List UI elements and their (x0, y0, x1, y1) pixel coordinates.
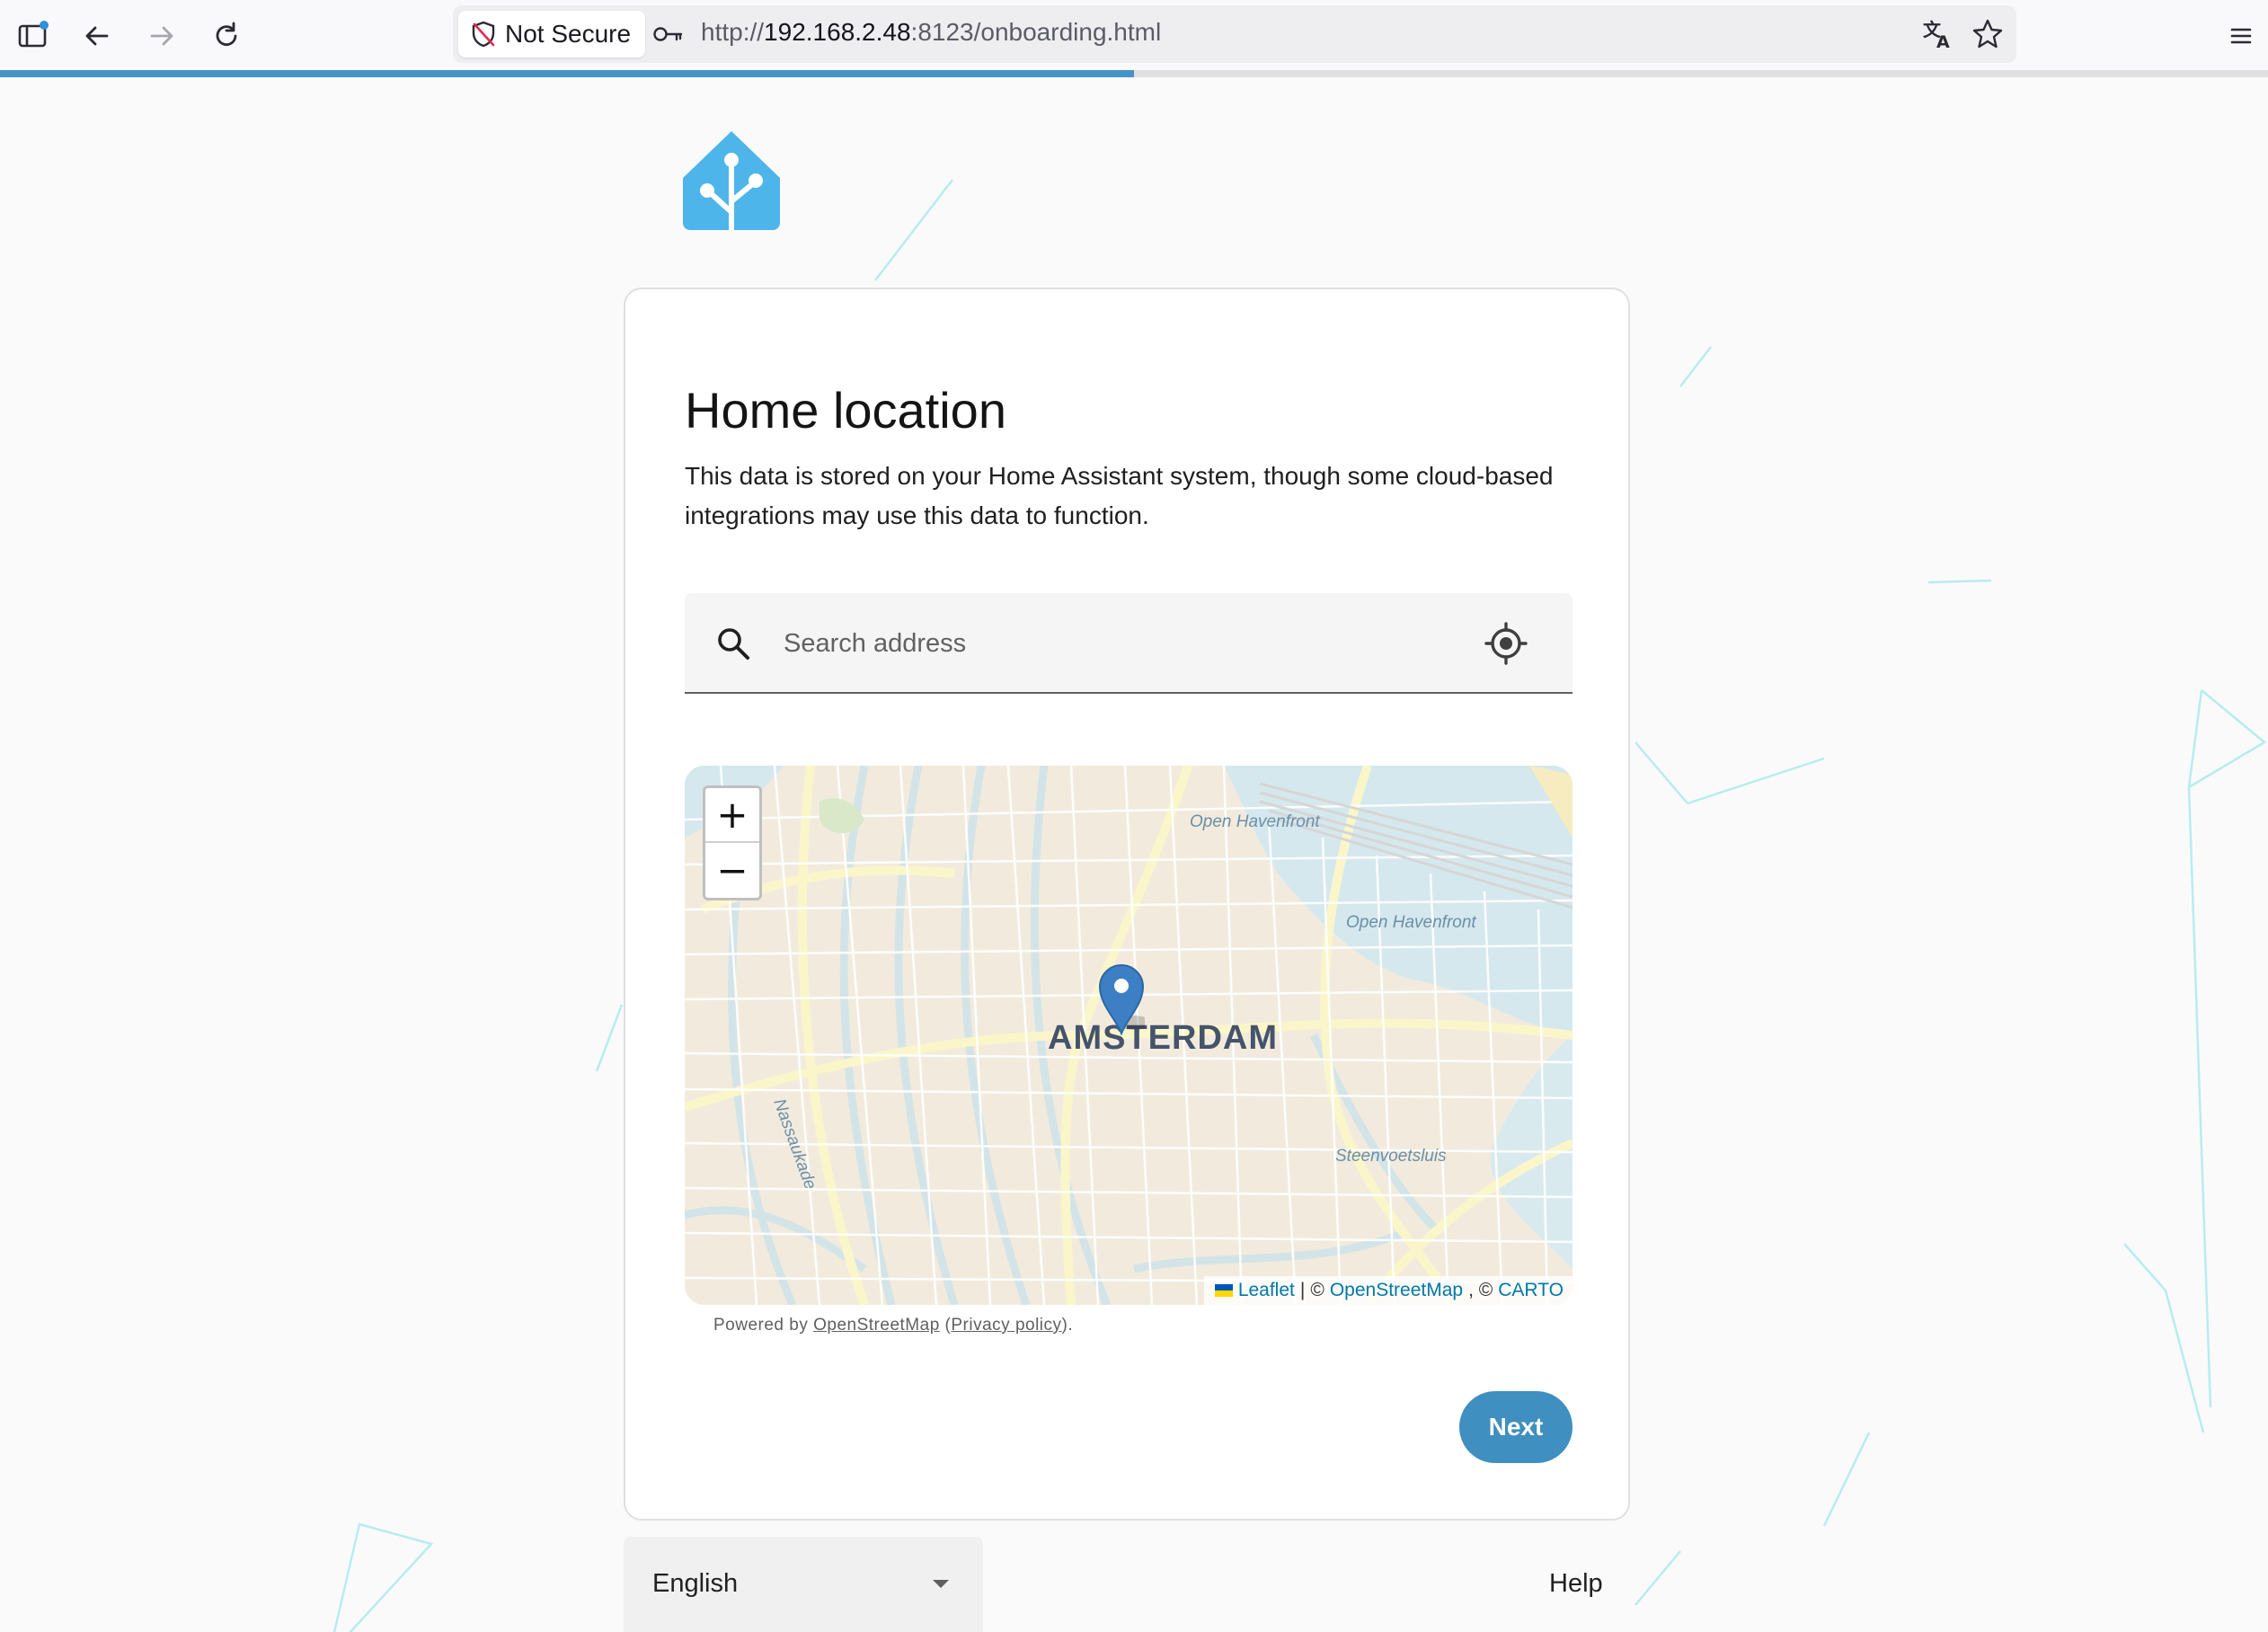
privacy-policy-link[interactable]: Privacy policy (951, 1316, 1061, 1335)
zoom-out-button[interactable]: − (705, 843, 759, 898)
caret-down-icon (933, 1580, 949, 1588)
zoom-in-button[interactable]: + (705, 788, 759, 843)
attribution-separator: | (1299, 1280, 1306, 1300)
current-location-button[interactable] (1481, 618, 1531, 669)
next-button[interactable]: Next (1459, 1391, 1573, 1463)
crosshairs-gps-icon (1484, 622, 1528, 665)
home-assistant-logo (683, 131, 780, 233)
translate-icon[interactable]: 文 A (1919, 16, 1955, 52)
app-menu-button[interactable] (2218, 13, 2264, 59)
openstreetmap-link[interactable]: OpenStreetMap (813, 1316, 940, 1335)
map-attribution: Leaflet | © OpenStreetMap , © CARTO (1203, 1276, 1573, 1305)
map-marker-icon[interactable] (1098, 963, 1145, 1035)
language-select[interactable]: English (624, 1537, 983, 1632)
browser-toolbar: Not Secure http://192.168.2.48:8123/onbo… (0, 0, 2268, 70)
url-path: :8123/onboarding.html (910, 18, 1162, 46)
hamburger-icon (2230, 28, 2252, 44)
onboarding-card: Home location This data is stored on you… (624, 288, 1630, 1521)
map-label-open-havenfront-east: Open Havenfront (1346, 913, 1476, 932)
powered-by-notice: Powered by OpenStreetMap (Privacy policy… (713, 1316, 1073, 1335)
powered-by-prefix: Powered by (713, 1316, 814, 1335)
address-bar[interactable]: Not Secure http://192.168.2.48:8123/onbo… (453, 5, 2016, 63)
back-button[interactable] (74, 13, 120, 59)
shield-slash-icon (472, 21, 495, 48)
attribution-copyright: © (1310, 1280, 1324, 1300)
url-text[interactable]: http://192.168.2.48:8123/onboarding.html (701, 18, 1161, 47)
map-label-open-havenfront: Open Havenfront (1190, 812, 1320, 831)
key-icon[interactable] (652, 20, 685, 49)
help-link[interactable]: Help (1549, 1569, 1603, 1599)
page-load-progress-fill (0, 70, 1134, 77)
forward-button[interactable] (138, 13, 185, 59)
reload-button[interactable] (203, 13, 250, 59)
svg-text:A: A (1936, 32, 1950, 52)
powered-by-close: ). (1061, 1316, 1074, 1335)
arrow-right-icon (150, 26, 173, 46)
reload-icon (216, 22, 237, 47)
ukraine-flag-icon (1214, 1284, 1233, 1297)
sidebar-icon[interactable] (9, 13, 56, 59)
openstreetmap-attribution-link[interactable]: OpenStreetMap (1330, 1280, 1463, 1301)
location-map[interactable]: + − Open Havenfront Open Havenfront Nass… (685, 766, 1573, 1305)
address-search-field[interactable] (685, 593, 1573, 694)
language-select-value: English (652, 1569, 739, 1598)
star-icon[interactable] (1970, 16, 2006, 52)
carto-link[interactable]: CARTO (1498, 1280, 1564, 1301)
powered-by-open-paren: ( (939, 1316, 952, 1335)
attribution-copyright-2: , © (1468, 1280, 1493, 1300)
page-title: Home location (685, 382, 1006, 439)
leaflet-link[interactable]: Leaflet (1238, 1280, 1295, 1301)
page-load-progress (0, 70, 2268, 77)
security-indicator[interactable]: Not Secure (458, 11, 646, 58)
url-scheme: http:// (701, 18, 765, 46)
map-label-steenvoetsluis: Steenvoetsluis (1335, 1147, 1447, 1166)
arrow-left-icon (85, 26, 109, 46)
zoom-controls: + − (703, 785, 762, 900)
url-host: 192.168.2.48 (764, 18, 911, 46)
magnify-icon (718, 628, 749, 660)
page-description: This data is stored on your Home Assista… (685, 462, 1554, 529)
not-secure-label: Not Secure (505, 20, 632, 48)
search-address-input[interactable] (782, 618, 1465, 669)
map-label-city: AMSTERDAM (1048, 1019, 1278, 1057)
